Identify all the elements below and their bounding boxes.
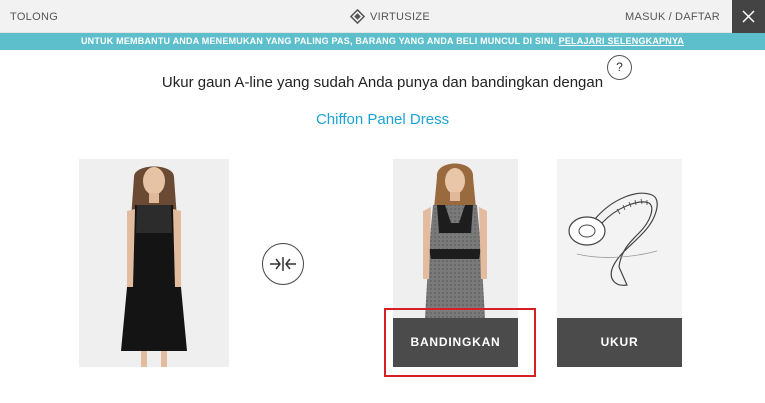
close-button[interactable]: [732, 0, 765, 33]
top-bar: TOLONG VIRTUSIZE MASUK / DAFTAR: [0, 0, 765, 33]
owned-dress-image: [79, 159, 229, 367]
measure-button[interactable]: UKUR: [557, 318, 682, 367]
login-link[interactable]: MASUK: [625, 11, 666, 23]
product-link[interactable]: Chiffon Panel Dress: [150, 111, 615, 128]
signup-link[interactable]: DAFTAR: [675, 11, 720, 23]
compare-button[interactable]: BANDINGKAN: [393, 318, 518, 367]
target-dress-image: [393, 159, 518, 318]
auth-separator: /: [668, 11, 673, 23]
measure-illustration: [557, 159, 682, 318]
banner-text: UNTUK MEMBANTU ANDA MENEMUKAN YANG PALIN…: [80, 36, 556, 46]
headline: Ukur gaun A-line yang sudah Anda punya d…: [161, 74, 604, 91]
help-link[interactable]: TOLONG: [10, 11, 58, 23]
brand-name: VIRTUSIZE: [370, 10, 430, 23]
learn-more-link[interactable]: PELAJARI SELENGKAPNYA: [559, 36, 684, 46]
compare-arrows-icon: [262, 243, 304, 285]
virtusize-logo-icon: [350, 9, 365, 24]
brand-logo: VIRTUSIZE: [350, 9, 430, 24]
info-banner: UNTUK MEMBANTU ANDA MENEMUKAN YANG PALIN…: [0, 33, 765, 50]
help-question-button[interactable]: ?: [607, 55, 632, 80]
close-icon: [742, 10, 755, 23]
auth-links: MASUK / DAFTAR: [625, 11, 720, 23]
